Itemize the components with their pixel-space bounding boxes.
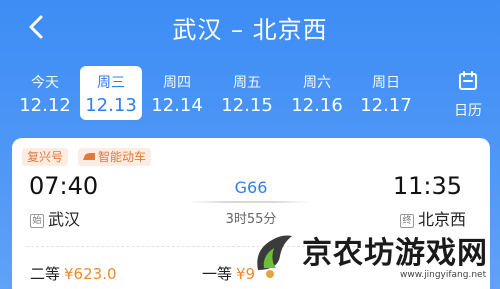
calendar-button[interactable]: 日历 [448,70,488,120]
seat-name: 一等 [202,265,233,283]
route-title: 武汉 – 北京西 [172,16,328,44]
site-watermark: 京农坊游戏网 www.jingyifang.net [250,226,500,289]
watermark-logo-icon [257,235,292,278]
date-tab-today[interactable]: 今天 12.12 [14,66,76,120]
date-value: 12.13 [85,95,137,116]
seat-first-class: 一等 ¥9 [202,263,255,284]
route-line [190,201,310,203]
top-header: 武汉 – 北京西 [0,0,500,55]
date-tab-selected[interactable]: 周三 12.13 [80,66,142,120]
date-weekday: 今天 [31,75,59,91]
seat-name: 二等 [30,265,61,283]
seat-second-class: 二等 ¥623.0 [30,263,117,284]
arrival-time: 11:35 [392,172,462,200]
date-tab[interactable]: 周六 12.16 [286,66,348,120]
date-value: 12.16 [291,95,343,116]
train-icon [83,153,95,160]
smart-emu-label: 智能动车 [98,150,147,164]
smart-emu-badge: 智能动车 [78,148,152,166]
date-value: 12.17 [360,95,412,116]
date-weekday: 周五 [233,75,261,91]
date-tab[interactable]: 周五 12.15 [216,66,278,120]
watermark-url: www.jingyifang.net [400,270,487,280]
date-value: 12.12 [19,95,71,116]
date-selector: 今天 12.12 周三 12.13 周四 12.14 周五 12.15 周六 1… [0,66,500,124]
date-weekday: 周六 [303,75,331,91]
calendar-icon [459,71,477,90]
date-tab[interactable]: 周日 12.17 [355,66,417,120]
date-value: 12.15 [221,95,273,116]
date-weekday: 周日 [372,75,400,91]
date-weekday: 周四 [163,75,191,91]
calendar-label: 日历 [454,103,482,119]
watermark-text: 京农坊游戏网 [302,236,488,271]
seat-price: ¥623.0 [64,265,117,283]
date-weekday: 周三 [97,75,125,91]
date-tab[interactable]: 周四 12.14 [146,66,208,120]
fuxing-badge: 复兴号 [22,148,69,166]
date-value: 12.14 [151,95,203,116]
